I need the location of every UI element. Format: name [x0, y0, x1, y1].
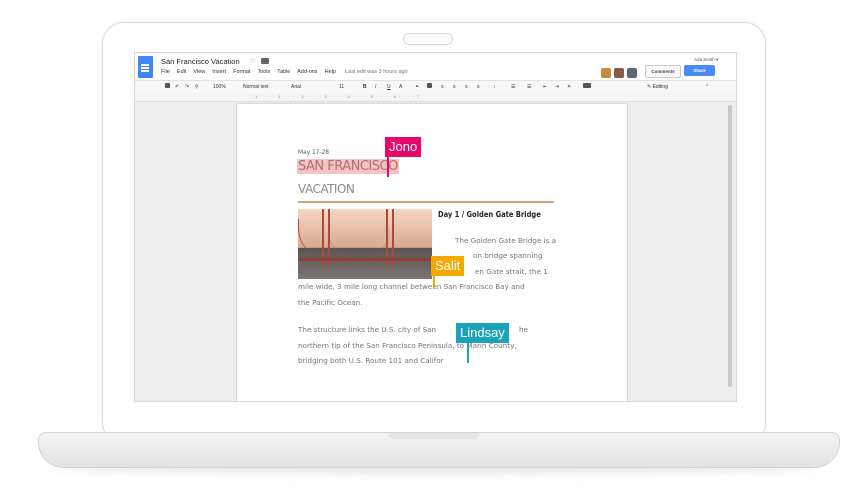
- redo-icon[interactable]: ↷: [185, 83, 189, 91]
- document-heading[interactable]: SAN FRANCISCO: [297, 159, 399, 174]
- comments-button[interactable]: Comments: [645, 65, 681, 78]
- align-center-icon[interactable]: ≡: [453, 83, 456, 91]
- collaborator-cursor-jono: [387, 157, 389, 177]
- menu-file[interactable]: File: [161, 69, 170, 75]
- user-account[interactable]: Ada Smith ▾: [694, 57, 718, 63]
- justify-icon[interactable]: ≡: [477, 83, 480, 91]
- align-left-icon[interactable]: ≡: [441, 83, 444, 91]
- paragraph-line[interactable]: The structure links the U.S. city of San: [298, 322, 436, 337]
- menu-help[interactable]: Help: [325, 69, 336, 75]
- document-page[interactable]: May 17-28 SAN FRANCISCO VACATION Day 1 /…: [237, 104, 627, 401]
- font-size-select[interactable]: 11: [339, 83, 344, 91]
- formatting-toolbar: ↶ ↷ ⚲ 100% Normal text Arial 11 B I U A …: [135, 80, 736, 94]
- collapse-icon[interactable]: ⌃: [705, 83, 709, 91]
- underline-button[interactable]: U: [387, 83, 391, 91]
- bold-button[interactable]: B: [363, 83, 367, 91]
- day-heading[interactable]: Day 1 / Golden Gate Bridge: [438, 210, 541, 219]
- collaborator-label-salit: Salit: [431, 256, 465, 276]
- editing-mode-select[interactable]: ✎ Editing: [647, 83, 668, 91]
- collaborator-label-jono: Jono: [385, 137, 422, 157]
- clear-format-icon[interactable]: ✕: [567, 83, 571, 91]
- collaborator-cursor-salit: [433, 276, 435, 288]
- menu-edit[interactable]: Edit: [177, 69, 186, 75]
- docs-logo-icon[interactable]: [138, 56, 153, 78]
- app-screen: San Francisco Vacation ☆ File Edit View …: [134, 52, 737, 402]
- style-select[interactable]: Normal text: [243, 83, 269, 91]
- paragraph-line[interactable]: on bridge spanning: [473, 248, 543, 263]
- decrease-indent-icon[interactable]: ⇤: [543, 83, 547, 91]
- input-tools-icon[interactable]: [583, 83, 591, 91]
- menu-insert[interactable]: Insert: [212, 69, 226, 75]
- comment-icon[interactable]: [427, 83, 432, 91]
- paragraph-line[interactable]: en Gate strait, the 1: [475, 264, 548, 279]
- line-spacing-icon[interactable]: ↕: [493, 83, 496, 91]
- document-subheading[interactable]: VACATION: [298, 182, 355, 196]
- paragraph-line[interactable]: bridging both U.S. Route 101 and Califor: [298, 353, 444, 368]
- share-button[interactable]: Share: [684, 65, 715, 76]
- avatar[interactable]: [601, 68, 611, 78]
- document-title[interactable]: San Francisco Vacation: [161, 57, 240, 66]
- menu-view[interactable]: View: [193, 69, 205, 75]
- heading-divider: [298, 201, 554, 203]
- undo-icon[interactable]: ↶: [175, 83, 179, 91]
- zoom-select[interactable]: 100%: [213, 83, 226, 91]
- menu-format[interactable]: Format: [233, 69, 250, 75]
- menu-tools[interactable]: Tools: [257, 69, 270, 75]
- laptop-notch: [388, 433, 480, 439]
- app-header: San Francisco Vacation ☆ File Edit View …: [135, 53, 736, 80]
- paint-format-icon[interactable]: ⚲: [195, 83, 199, 91]
- paragraph-line[interactable]: the Pacific Ocean.: [298, 295, 362, 310]
- ruler-marks: 1 · · · · 1 · · · · 2 · · · · 3 · · · · …: [255, 94, 420, 99]
- collaborator-cursor-lindsay: [467, 343, 469, 363]
- trip-dates[interactable]: May 17-28: [298, 148, 329, 156]
- bulleted-list-icon[interactable]: ☰: [527, 83, 531, 91]
- link-icon[interactable]: ⚭: [415, 83, 419, 91]
- align-right-icon[interactable]: ≡: [465, 83, 468, 91]
- paragraph-line[interactable]: mile wide, 3 mile long channel between S…: [298, 279, 525, 294]
- last-edit-status[interactable]: Last edit was 3 hours ago: [345, 69, 408, 75]
- print-icon[interactable]: [165, 83, 170, 91]
- laptop-camera: [403, 33, 453, 45]
- paragraph-line[interactable]: he: [519, 322, 528, 337]
- avatar[interactable]: [614, 68, 624, 78]
- golden-gate-photo[interactable]: [298, 209, 432, 279]
- folder-icon[interactable]: [261, 58, 269, 64]
- menu-bar: File Edit View Insert Format Tools Table…: [161, 69, 413, 75]
- increase-indent-icon[interactable]: ⇥: [555, 83, 559, 91]
- menu-addons[interactable]: Add-ons: [297, 69, 318, 75]
- font-select[interactable]: Arial: [291, 83, 301, 91]
- text-color-button[interactable]: A: [399, 83, 402, 91]
- star-icon[interactable]: ☆: [249, 56, 256, 65]
- editing-mode-label: Editing: [652, 84, 668, 90]
- numbered-list-icon[interactable]: ☰: [511, 83, 515, 91]
- collaborator-label-lindsay: Lindsay: [456, 323, 509, 343]
- ruler[interactable]: 1 · · · · 1 · · · · 2 · · · · 3 · · · · …: [135, 93, 736, 102]
- vertical-scrollbar[interactable]: [728, 105, 732, 387]
- italic-button[interactable]: I: [375, 83, 376, 91]
- menu-table[interactable]: Table: [277, 69, 290, 75]
- paragraph-line[interactable]: The Golden Gate Bridge is a: [455, 233, 556, 248]
- avatar[interactable]: [627, 68, 637, 78]
